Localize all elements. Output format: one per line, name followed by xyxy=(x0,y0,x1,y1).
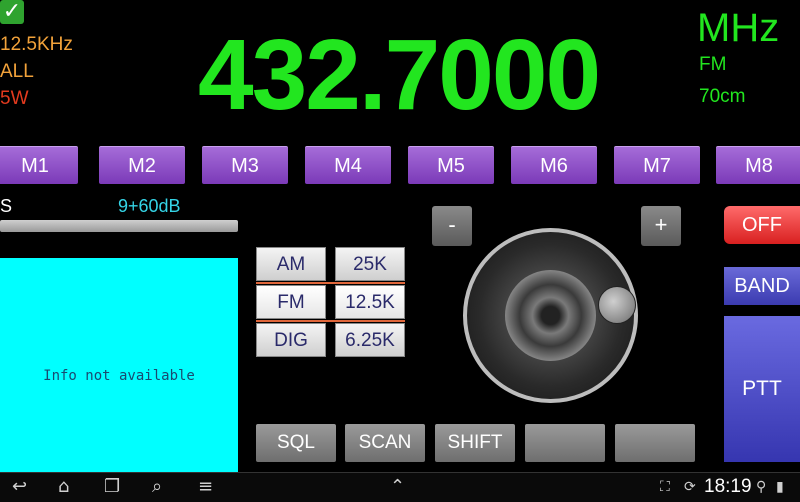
mode-divider xyxy=(256,320,405,322)
function-button-4[interactable] xyxy=(525,424,605,462)
squelch-mode-label: ALL xyxy=(0,61,34,82)
memory-button-m6[interactable]: M6 xyxy=(511,146,597,184)
power-label: 5W xyxy=(0,88,29,109)
memory-button-m8[interactable]: M8 xyxy=(716,146,800,184)
tune-down-button[interactable]: - xyxy=(432,206,472,246)
menu-icon[interactable]: ≡ xyxy=(198,476,213,498)
power-off-button[interactable]: OFF xyxy=(724,206,800,244)
tuning-knob-center xyxy=(505,270,596,361)
modulation-label: FM xyxy=(699,54,727,75)
clock: 18:19 xyxy=(704,476,752,497)
memory-button-m4[interactable]: M4 xyxy=(305,146,391,184)
tune-up-button[interactable]: + xyxy=(641,206,681,246)
mode-fm-button[interactable]: FM xyxy=(256,285,326,319)
memory-button-m5[interactable]: M5 xyxy=(408,146,494,184)
memory-button-m3[interactable]: M3 xyxy=(202,146,288,184)
step-size-label: 12.5KHz xyxy=(0,34,73,55)
s-meter-bar xyxy=(0,220,238,232)
chevron-up-icon[interactable]: ⌃ xyxy=(390,476,405,498)
frequency-display[interactable]: 432.7000 xyxy=(198,20,601,130)
usb-icon: ⚲ xyxy=(756,479,767,495)
recent-apps-icon[interactable]: ❐ xyxy=(104,476,120,498)
search-icon[interactable]: ⌕ xyxy=(152,476,162,498)
memory-button-m2[interactable]: M2 xyxy=(99,146,185,184)
sync-icon: ⟳ xyxy=(684,479,696,495)
home-icon[interactable]: ⌂ xyxy=(58,476,69,498)
step-12-5k-button[interactable]: 12.5K xyxy=(335,285,405,319)
screen-expand-icon[interactable]: ⛶ xyxy=(660,476,670,498)
frequency-unit: MHz xyxy=(697,6,780,50)
checkmark-icon: ✓ xyxy=(0,0,24,24)
function-button-5[interactable] xyxy=(615,424,695,462)
sql-button[interactable]: SQL xyxy=(256,424,336,462)
memory-button-m1[interactable]: M1 xyxy=(0,146,78,184)
step-6-25k-button[interactable]: 6.25K xyxy=(335,323,405,357)
back-icon[interactable]: ↩ xyxy=(12,476,27,498)
band-label: 70cm xyxy=(699,86,746,107)
ptt-button[interactable]: PTT xyxy=(724,316,800,462)
battery-icon: ▮ xyxy=(776,479,784,495)
memory-button-m7[interactable]: M7 xyxy=(614,146,700,184)
tuning-knob-grip[interactable] xyxy=(598,286,636,324)
info-panel-text: Info not available xyxy=(43,368,195,384)
mode-dig-button[interactable]: DIG xyxy=(256,323,326,357)
band-button[interactable]: BAND xyxy=(724,267,800,305)
info-panel xyxy=(0,258,238,472)
mode-am-button[interactable]: AM xyxy=(256,247,326,281)
scan-button[interactable]: SCAN xyxy=(345,424,425,462)
s-meter-reading: 9+60dB xyxy=(118,196,181,216)
step-25k-button[interactable]: 25K xyxy=(335,247,405,281)
mode-divider xyxy=(256,282,405,284)
shift-button[interactable]: SHIFT xyxy=(435,424,515,462)
s-meter-label: S xyxy=(0,196,13,216)
